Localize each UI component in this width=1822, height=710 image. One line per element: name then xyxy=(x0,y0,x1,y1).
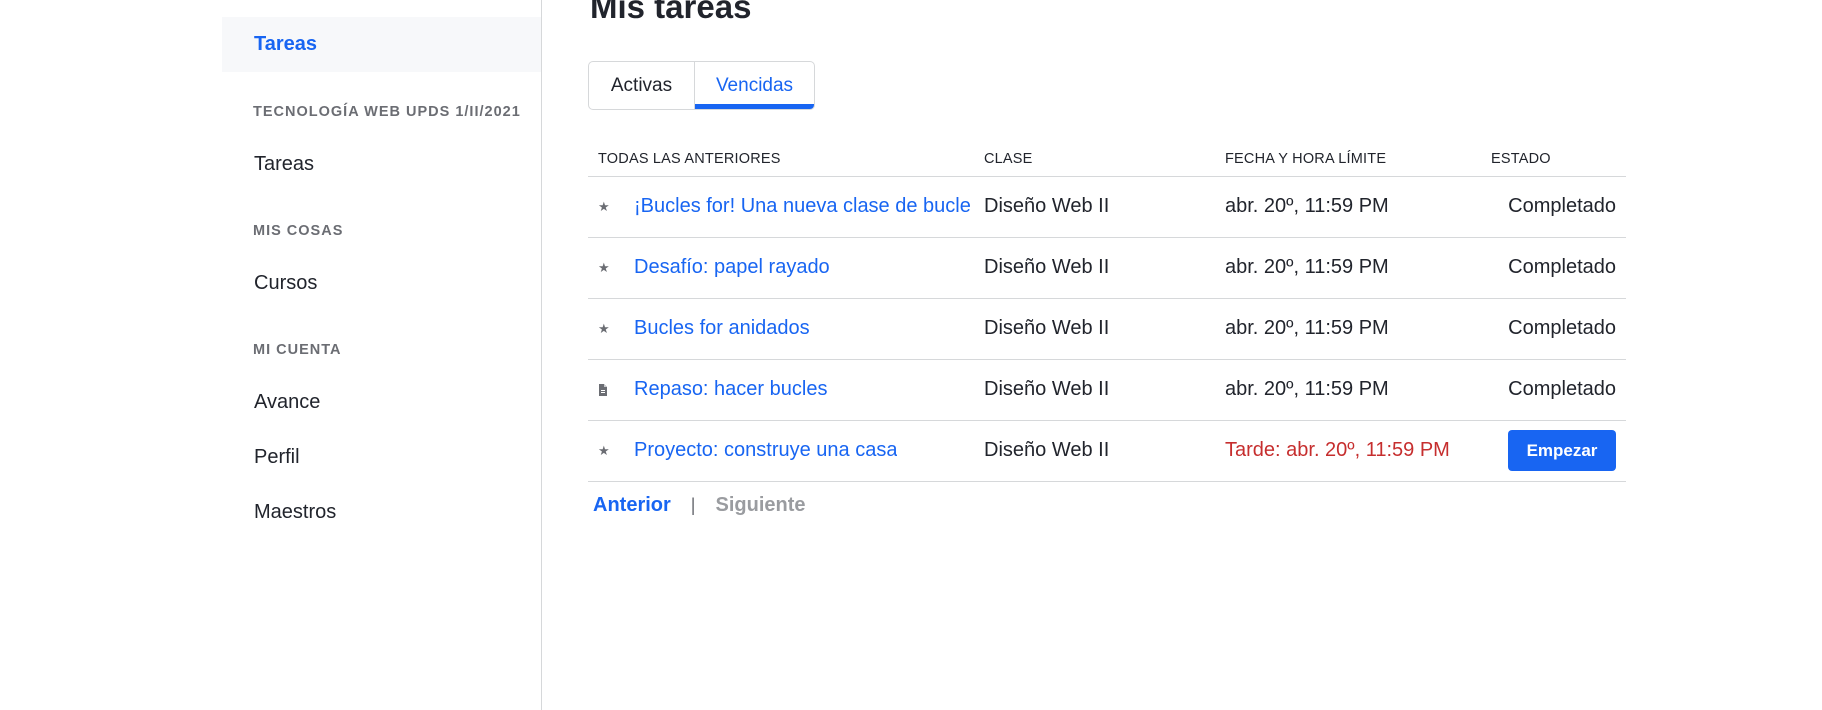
table-row: ★ ¡Bucles for! Una nueva clase de bucle … xyxy=(588,176,1626,238)
sidebar-item-tareas-top[interactable]: Tareas xyxy=(222,17,541,72)
previous-link[interactable]: Anterior xyxy=(593,494,671,517)
header-title: TODAS LAS ANTERIORES xyxy=(588,142,984,177)
table-row: Repaso: hacer bucles Diseño Web II abr. … xyxy=(588,359,1626,421)
task-status: Completado xyxy=(1491,176,1626,238)
header-status: ESTADO xyxy=(1491,142,1626,177)
sidebar-heading-class: TECNOLOGÍA WEB UPDS 1/II/2021 xyxy=(253,104,521,120)
tasks-table: TODAS LAS ANTERIORES CLASE FECHA Y HORA … xyxy=(588,142,1626,482)
task-class: Diseño Web II xyxy=(984,298,1225,360)
pager-separator: | xyxy=(690,495,696,515)
sidebar-heading-mi-cuenta: MI CUENTA xyxy=(253,342,342,358)
sidebar-item-perfil[interactable]: Perfil xyxy=(222,430,541,485)
task-class: Diseño Web II xyxy=(984,176,1225,238)
pagination: Anterior | Siguiente xyxy=(593,494,806,517)
sidebar-item-avance[interactable]: Avance xyxy=(222,374,541,430)
next-link: Siguiente xyxy=(715,494,806,516)
sidebar-heading-mis-cosas: MIS COSAS xyxy=(253,223,344,239)
task-due: abr. 20º, 11:59 PM xyxy=(1225,176,1491,238)
task-status: Completado xyxy=(1491,359,1626,421)
tab-vencidas[interactable]: Vencidas xyxy=(695,62,814,109)
task-status: Completado xyxy=(1491,237,1626,299)
task-link[interactable]: Repaso: hacer bucles xyxy=(634,378,827,401)
tab-activas[interactable]: Activas xyxy=(589,62,695,109)
task-link[interactable]: ¡Bucles for! Una nueva clase de bucle xyxy=(634,195,971,218)
star-icon: ★ xyxy=(598,320,610,336)
task-link[interactable]: Proyecto: construye una casa xyxy=(634,439,897,462)
task-link[interactable]: Bucles for anidados xyxy=(634,317,810,340)
star-icon: ★ xyxy=(598,442,610,458)
task-link[interactable]: Desafío: papel rayado xyxy=(634,256,830,279)
sidebar-item-tareas[interactable]: Tareas xyxy=(222,136,541,192)
page-title: Mis tareas xyxy=(590,0,752,25)
table-header-row: TODAS LAS ANTERIORES CLASE FECHA Y HORA … xyxy=(588,142,1626,177)
star-icon: ★ xyxy=(598,198,610,214)
table-row: ★ Proyecto: construye una casa Diseño We… xyxy=(588,420,1626,482)
tab-group: Activas Vencidas xyxy=(588,61,815,110)
table-row: ★ Desafío: papel rayado Diseño Web II ab… xyxy=(588,237,1626,299)
start-button[interactable]: Empezar xyxy=(1508,430,1616,471)
sidebar-item-cursos[interactable]: Cursos xyxy=(222,255,541,311)
task-due: abr. 20º, 11:59 PM xyxy=(1225,359,1491,421)
task-class: Diseño Web II xyxy=(984,359,1225,421)
task-due-late: Tarde: abr. 20º, 11:59 PM xyxy=(1225,420,1491,482)
sidebar: Tareas TECNOLOGÍA WEB UPDS 1/II/2021 Tar… xyxy=(222,0,542,710)
task-status: Completado xyxy=(1491,298,1626,360)
document-icon xyxy=(598,383,634,396)
header-class: CLASE xyxy=(984,142,1225,177)
table-row: ★ Bucles for anidados Diseño Web II abr.… xyxy=(588,298,1626,360)
sidebar-item-maestros[interactable]: Maestros xyxy=(222,485,541,540)
task-due: abr. 20º, 11:59 PM xyxy=(1225,237,1491,299)
task-due: abr. 20º, 11:59 PM xyxy=(1225,298,1491,360)
star-icon: ★ xyxy=(598,259,610,275)
header-due: FECHA Y HORA LÍMITE xyxy=(1225,142,1491,177)
task-class: Diseño Web II xyxy=(984,420,1225,482)
task-class: Diseño Web II xyxy=(984,237,1225,299)
